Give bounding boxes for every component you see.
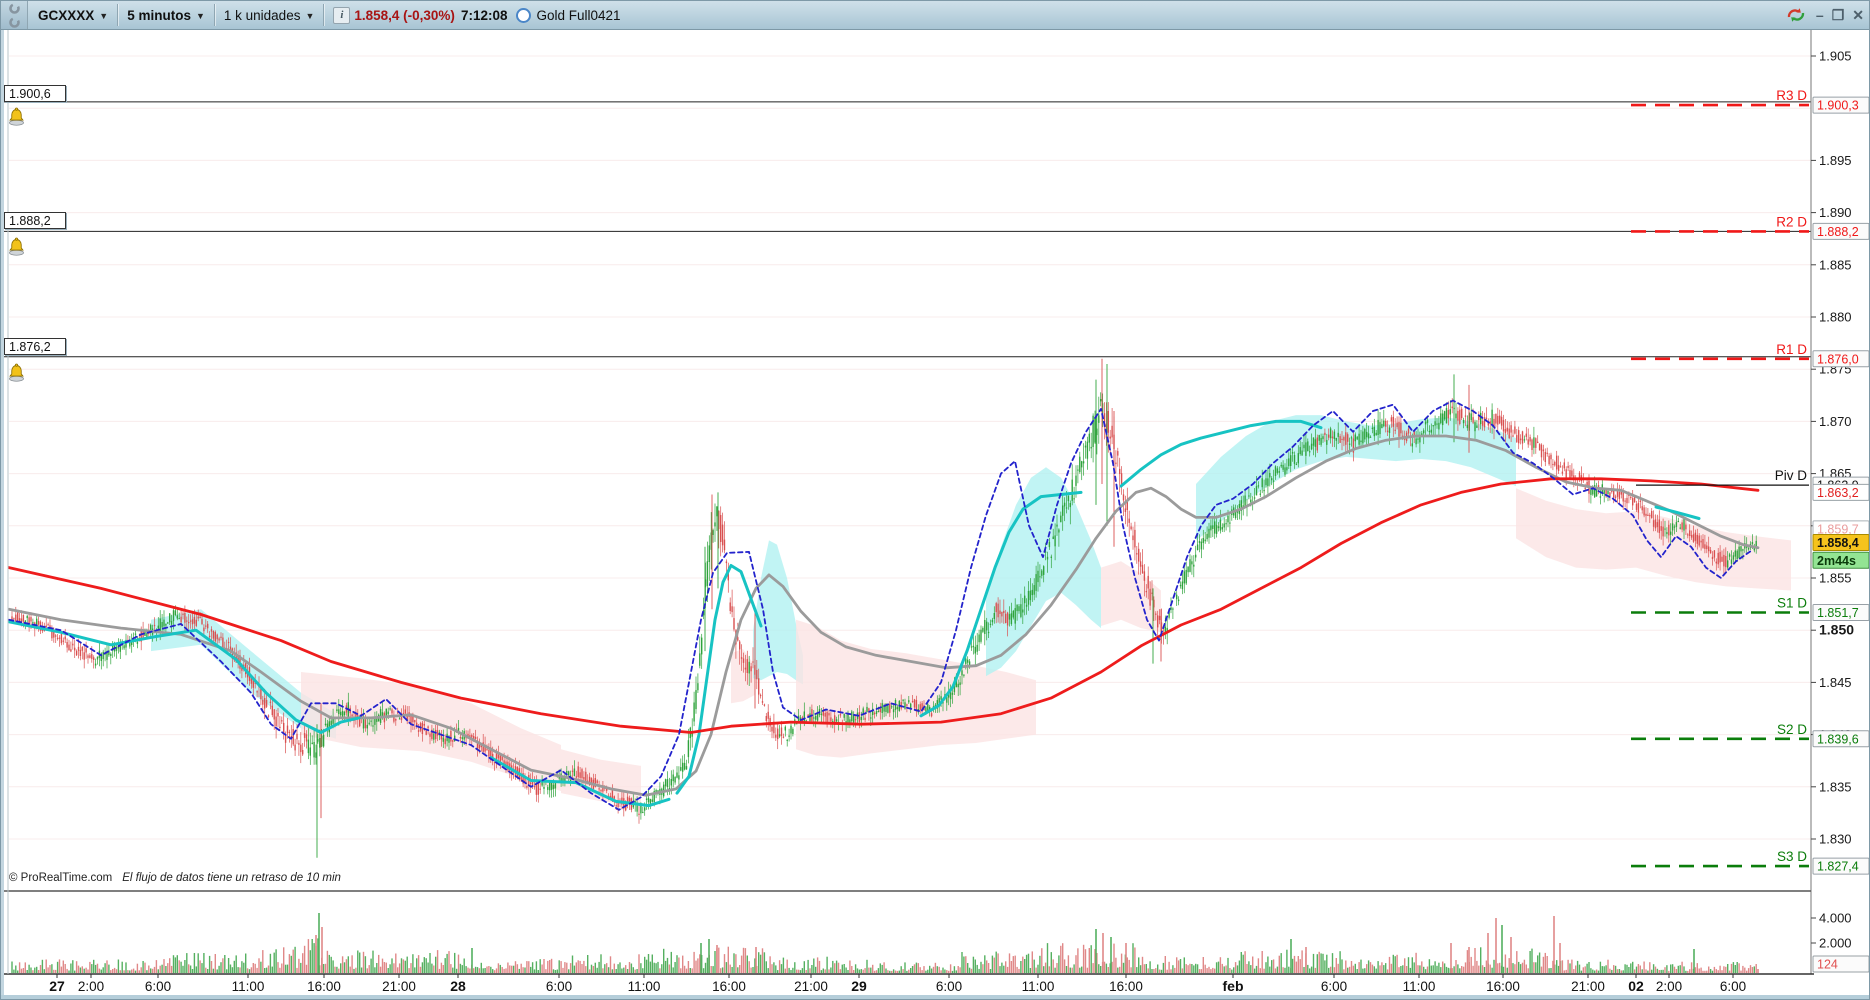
timeframe-dropdown[interactable]: 5 minutos ▼ (123, 8, 209, 23)
svg-text:6:00: 6:00 (936, 979, 962, 994)
status-circle-icon (516, 8, 531, 23)
units-label: 1 k unidades (224, 8, 301, 23)
info-icon[interactable]: i (333, 7, 350, 24)
quote-time: 7:12:08 (461, 8, 508, 23)
last-price-change: 1.858,4 (-0,30%) (354, 8, 455, 23)
toolbar-separator (323, 4, 324, 26)
svg-text:1.850: 1.850 (1819, 622, 1854, 638)
svg-text:11:00: 11:00 (628, 979, 661, 994)
svg-text:feb: feb (1223, 978, 1244, 994)
svg-text:11:00: 11:00 (1022, 979, 1055, 994)
svg-text:6:00: 6:00 (145, 979, 171, 994)
svg-text:11:00: 11:00 (232, 979, 265, 994)
svg-text:1.890: 1.890 (1819, 205, 1852, 220)
svg-text:29: 29 (851, 978, 867, 994)
svg-text:1.888,2: 1.888,2 (1817, 225, 1859, 239)
svg-text:6:00: 6:00 (1720, 979, 1746, 994)
svg-text:1.876,0: 1.876,0 (1817, 352, 1859, 366)
svg-text:1.870: 1.870 (1819, 414, 1852, 429)
contract-label: Gold Full0421 (536, 8, 620, 23)
svg-text:S3 D: S3 D (1777, 849, 1807, 864)
svg-text:6:00: 6:00 (546, 979, 572, 994)
alert-price-input[interactable]: 1.900,6 (4, 85, 66, 102)
svg-text:21:00: 21:00 (382, 979, 416, 994)
chain-link-icon[interactable] (8, 2, 21, 15)
chevron-down-icon: ▼ (305, 11, 314, 21)
pivot-and-alert-lines: R3 D R2 D R1 D Piv D S1 D S2 D S3 D (4, 88, 1811, 866)
svg-text:1.863,2: 1.863,2 (1817, 486, 1859, 500)
horizontal-scrollbar[interactable] (1, 995, 1869, 1000)
svg-text:1.895: 1.895 (1819, 153, 1852, 168)
alarm-bell-icon[interactable] (7, 107, 26, 126)
svg-text:1.835: 1.835 (1819, 779, 1852, 794)
svg-text:6:00: 6:00 (1321, 979, 1347, 994)
window-controls: – ❐ ✕ (1784, 1, 1864, 29)
svg-text:21:00: 21:00 (794, 979, 828, 994)
units-dropdown[interactable]: 1 k unidades ▼ (220, 8, 318, 23)
price-chart-canvas[interactable]: R3 D R2 D R1 D Piv D S1 D S2 D S3 D 1.905 1.895 1… (1, 1, 1870, 1000)
svg-text:1.830: 1.830 (1819, 832, 1852, 847)
svg-text:1.845: 1.845 (1819, 675, 1852, 690)
alert-price-input[interactable]: 1.888,2 (4, 212, 66, 229)
trading-window: GCXXXX ▼ 5 minutos ▼ 1 k unidades ▼ i 1.… (0, 0, 1870, 1000)
svg-text:27: 27 (49, 978, 65, 994)
svg-text:1.885: 1.885 (1819, 257, 1852, 272)
toolbar-separator (214, 4, 215, 26)
svg-text:R3 D: R3 D (1776, 88, 1807, 103)
chevron-down-icon: ▼ (196, 11, 205, 21)
window-left-edge (1, 29, 4, 1000)
svg-text:2m44s: 2m44s (1817, 554, 1856, 568)
svg-text:2:00: 2:00 (1656, 979, 1682, 994)
svg-text:21:00: 21:00 (1571, 979, 1605, 994)
toolbar-separator (117, 4, 118, 26)
svg-text:2.000: 2.000 (1819, 936, 1852, 951)
svg-text:16:00: 16:00 (307, 979, 341, 994)
chain-link-icon[interactable] (8, 16, 21, 29)
svg-text:1.880: 1.880 (1819, 310, 1852, 325)
footer-note: © ProRealTime.com El flujo de datos tiene… (9, 872, 341, 884)
svg-text:1.900,3: 1.900,3 (1817, 99, 1859, 113)
svg-text:Piv D: Piv D (1775, 468, 1808, 483)
svg-text:1.858,4: 1.858,4 (1817, 536, 1859, 550)
instrument-label: GCXXXX (38, 8, 94, 23)
svg-text:11:00: 11:00 (1403, 979, 1436, 994)
svg-text:R1 D: R1 D (1776, 342, 1807, 357)
timeframe-label: 5 minutos (127, 8, 191, 23)
chevron-down-icon: ▼ (99, 11, 108, 21)
close-button[interactable]: ✕ (1852, 8, 1864, 22)
svg-text:124: 124 (1817, 958, 1838, 972)
instrument-dropdown[interactable]: GCXXXX ▼ (34, 8, 112, 23)
svg-text:02: 02 (1628, 978, 1644, 994)
svg-text:16:00: 16:00 (1486, 979, 1520, 994)
alarm-bell-icon[interactable] (7, 363, 26, 382)
alarm-bell-icon[interactable] (7, 237, 26, 256)
svg-text:S1 D: S1 D (1777, 595, 1807, 610)
restore-button[interactable]: ❐ (1832, 8, 1845, 22)
svg-text:16:00: 16:00 (712, 979, 746, 994)
svg-text:R2 D: R2 D (1776, 214, 1807, 229)
svg-text:1.855: 1.855 (1819, 571, 1852, 586)
svg-text:4.000: 4.000 (1819, 911, 1852, 926)
svg-text:28: 28 (450, 978, 466, 994)
svg-text:S2 D: S2 D (1777, 722, 1807, 737)
minimize-button[interactable]: – (1816, 8, 1824, 22)
svg-text:1.851,7: 1.851,7 (1817, 606, 1859, 620)
link-tools-cell (1, 1, 28, 29)
refresh-icon[interactable] (1784, 6, 1808, 24)
delay-note: El flujo de datos tiene un retraso de 10… (122, 872, 341, 884)
chart-toolbar: GCXXXX ▼ 5 minutos ▼ 1 k unidades ▼ i 1.… (1, 1, 1869, 30)
alert-price-input[interactable]: 1.876,2 (4, 338, 66, 355)
svg-text:1.839,6: 1.839,6 (1817, 732, 1859, 746)
copyright-label: © ProRealTime.com (9, 872, 112, 884)
svg-text:1.905: 1.905 (1819, 49, 1852, 64)
svg-text:16:00: 16:00 (1109, 979, 1143, 994)
volume-bars (11, 913, 1758, 973)
svg-text:1.827,4: 1.827,4 (1817, 860, 1859, 874)
svg-text:2:00: 2:00 (78, 979, 104, 994)
